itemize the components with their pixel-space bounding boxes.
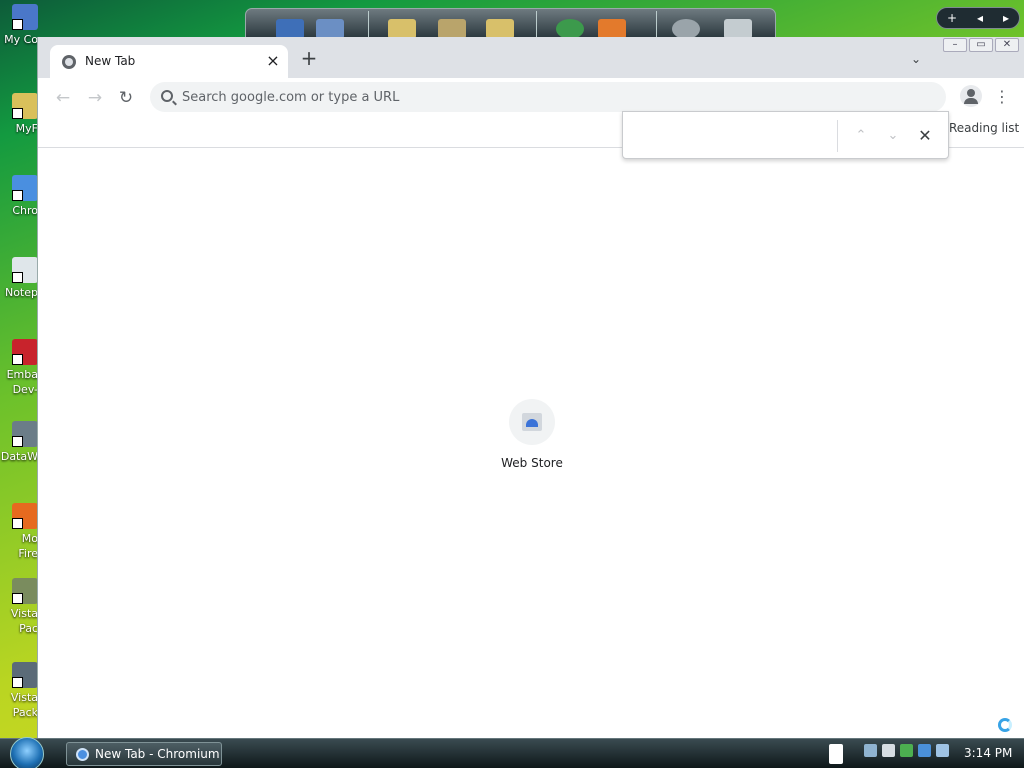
desktop-icon-label: Mo [21,532,38,545]
profile-avatar-icon[interactable] [960,85,982,107]
computer-icon [12,4,38,30]
tab-title: New Tab [85,54,136,68]
find-previous-button[interactable]: ⌃ [849,124,873,148]
dock-separator [368,11,369,37]
shortcut-label: Web Store [501,456,563,470]
back-button[interactable]: ← [52,87,74,109]
folder-shortcut-icon [12,93,38,119]
taskbar-window-label: New Tab - Chromium [95,747,220,761]
dock-media-icon[interactable] [598,19,626,39]
find-in-page-input[interactable] [635,124,831,148]
desktop-icon-label: Chro [12,204,38,217]
desktop-icon-label: Emba [6,368,38,381]
tab-strip: New Tab × + ⌄ – ▭ ✕ [38,37,1024,78]
system-tray [864,744,949,757]
sidebar-next-button[interactable]: ▸ [1003,11,1009,25]
dock-documents-icon[interactable] [316,19,344,39]
desktop-icon-vista-pack[interactable]: Vista Pac [0,578,38,636]
mouse-pointer-icon [990,724,997,734]
desktop-icon-label: Notep [4,286,38,299]
dock-pictures-folder-icon[interactable] [438,19,466,39]
keyboard-icon[interactable] [829,744,843,764]
forward-button[interactable]: → [84,87,106,109]
desktop-icon-label-line2: Fire [18,547,38,560]
window-controls: – ▭ ✕ [943,38,1019,52]
desktop-icon-embarcadero[interactable]: Emba Dev- [0,339,38,397]
dock-separator [656,11,657,37]
desktop-icon-label: Vista [10,691,38,704]
search-icon [161,90,173,102]
notepad-icon [12,257,38,283]
desktop-icon-label-line2: Dev- [12,383,38,396]
desktop-icon-label: MyF [15,122,38,135]
tray-camera-icon[interactable] [882,744,895,757]
sidebar-controls: + ◂ ▸ [936,7,1020,29]
desktop-icon-vista-pack-2[interactable]: Vista Pack [0,662,38,720]
chromium-icon [12,175,38,201]
find-next-button[interactable]: ⌄ [881,124,905,148]
taskbar: New Tab - Chromium 3:14 PM [0,737,1024,768]
dock-computer-icon[interactable] [276,19,304,39]
reload-button[interactable]: ↻ [115,87,137,109]
firefox-icon [12,503,38,529]
dock-music-folder-icon[interactable] [486,19,514,39]
find-bar: ⌃ ⌄ ✕ [622,111,949,159]
start-button[interactable] [10,737,44,768]
dock-separator [536,11,537,37]
sidebar-prev-button[interactable]: ◂ [977,11,983,25]
datawindow-icon [12,421,38,447]
tray-network-icon[interactable] [918,744,931,757]
busy-cursor-icon [998,718,1012,732]
object-dock [245,8,776,39]
address-bar-input[interactable] [182,82,922,112]
taskbar-clock[interactable]: 3:14 PM [964,746,1012,760]
desktop-icon-label-line2: Pac [19,622,38,635]
shortcut-web-store[interactable]: Web Store [494,399,570,470]
embarcadero-icon [12,339,38,365]
tray-display-icon[interactable] [936,744,949,757]
taskbar-window-button[interactable]: New Tab - Chromium [66,742,222,766]
dock-folder-icon[interactable] [388,19,416,39]
dock-recycle-bin-icon[interactable] [724,19,752,39]
chromium-icon [76,748,89,761]
desktop-icon-label-line2: Pack [12,706,38,719]
new-tab-button[interactable]: + [300,48,318,68]
tab-new-tab[interactable]: New Tab × [50,45,288,78]
omnibox [150,82,946,112]
minimize-button[interactable]: – [943,38,967,52]
find-close-button[interactable]: ✕ [913,124,937,148]
browser-window: New Tab × + ⌄ – ▭ ✕ ← → ↻ ⋮ Reading list… [37,37,1024,738]
desktop-icon-label: My Co [4,33,38,46]
web-store-icon [509,399,555,445]
find-bar-divider [837,120,838,152]
desktop-icon-myf[interactable]: MyF [0,93,38,136]
desktop-icon-my-computer[interactable]: My Co [0,4,38,47]
dock-internet-icon[interactable] [556,19,584,39]
vista-pack-icon [12,662,38,688]
desktop-icon-notepad[interactable]: Notep [0,257,38,300]
tab-close-button[interactable]: × [264,52,282,70]
desktop-icon-datawindow[interactable]: DataW [0,421,38,464]
dock-settings-gear-icon[interactable] [672,19,700,39]
sidebar-add-button[interactable]: + [947,11,957,25]
desktop-icon-label: Vista [10,607,38,620]
vista-pack-icon [12,578,38,604]
desktop-icon-label: DataW [0,450,38,463]
desktop-icon-chromium[interactable]: Chro [0,175,38,218]
close-window-button[interactable]: ✕ [995,38,1019,52]
globe-icon [62,55,76,69]
tray-settings-icon[interactable] [864,744,877,757]
browser-menu-button[interactable]: ⋮ [994,86,1010,108]
tab-search-button[interactable]: ⌄ [911,52,921,66]
tray-security-icon[interactable] [900,744,913,757]
maximize-button[interactable]: ▭ [969,38,993,52]
reading-list-button[interactable]: Reading list [949,121,1019,135]
desktop-icon-firefox[interactable]: Mo Fire [0,503,38,561]
